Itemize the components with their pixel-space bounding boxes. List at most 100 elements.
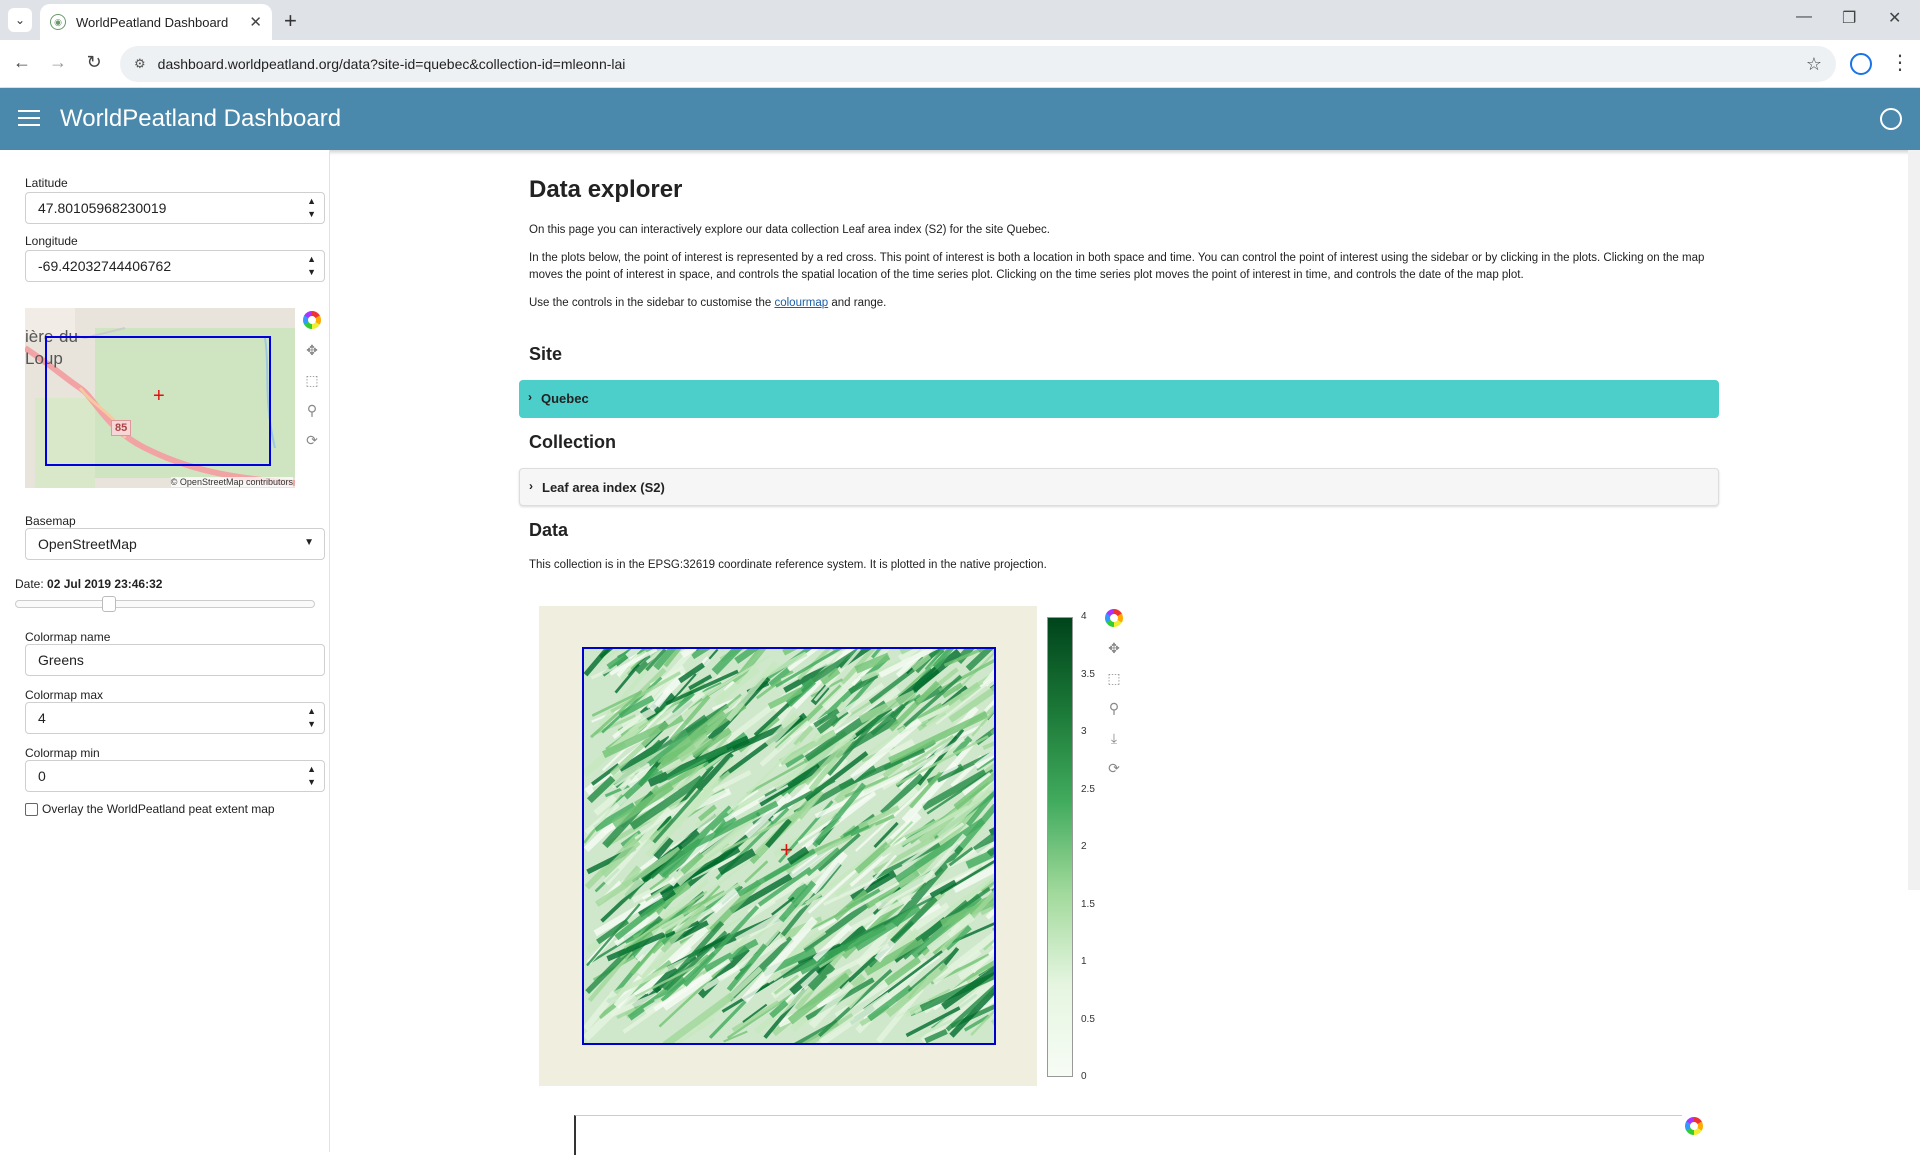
chevron-right-icon: ›	[529, 479, 533, 493]
overlay-peat-checkbox[interactable]	[25, 803, 38, 816]
colorbar-tick-label: 1.5	[1081, 899, 1095, 910]
site-favicon-icon: ◉	[50, 14, 66, 30]
latitude-value: 47.80105968230019	[38, 200, 166, 216]
colormap-name-input[interactable]: Greens	[25, 644, 325, 676]
busy-indicator-icon	[1880, 108, 1902, 130]
save-icon[interactable]: ⤓	[1102, 726, 1126, 750]
colorbar-tick-label: 3	[1081, 726, 1087, 737]
new-tab-button[interactable]: +	[284, 8, 297, 34]
colormap-min-stepper[interactable]: ▲▼	[307, 763, 316, 789]
site-info-icon[interactable]: ⚙	[134, 56, 146, 72]
sidebar: Latitude 47.80105968230019 ▲▼ Longitude …	[0, 150, 330, 1152]
chevron-down-icon: ▼	[304, 537, 314, 548]
map-attribution: © OpenStreetMap contributors	[171, 477, 293, 487]
date-value: 02 Jul 2019 23:46:32	[47, 577, 162, 591]
date-slider[interactable]	[15, 600, 315, 608]
back-icon[interactable]: ←	[10, 52, 34, 73]
minimize-icon[interactable]: —	[1796, 8, 1812, 26]
bokeh-logo-icon[interactable]	[1682, 1114, 1706, 1138]
url-bar[interactable]: ⚙ dashboard.worldpeatland.org/data?site-…	[120, 46, 1836, 82]
browser-tab[interactable]: ◉ WorldPeatland Dashboard ✕	[40, 4, 272, 40]
forward-icon[interactable]: →	[46, 52, 70, 73]
intro-p3-before: Use the controls in the sidebar to custo…	[529, 297, 774, 309]
intro-p3-after: and range.	[828, 297, 886, 309]
tab-close-icon[interactable]: ✕	[249, 13, 262, 31]
colormap-name-label: Colormap name	[25, 630, 110, 644]
lai-raster-map[interactable]: +	[582, 647, 996, 1045]
site-name: Quebec	[541, 391, 589, 406]
longitude-stepper[interactable]: ▲▼	[307, 253, 316, 279]
tab-search-button[interactable]: ⌄	[8, 8, 32, 32]
colorbar	[1047, 617, 1073, 1077]
site-heading: Site	[529, 344, 562, 365]
wheel-zoom-icon[interactable]: ⚲	[1102, 696, 1126, 720]
intro-paragraph-3: Use the controls in the sidebar to custo…	[529, 295, 1719, 312]
data-crs-text: This collection is in the EPSG:32619 coo…	[529, 557, 1719, 574]
longitude-value: -69.42032744406762	[38, 258, 171, 274]
tab-title: WorldPeatland Dashboard	[76, 15, 228, 30]
latitude-input[interactable]: 47.80105968230019 ▲▼	[25, 192, 325, 224]
colorbar-tick-label: 3.5	[1081, 669, 1095, 680]
bokeh-logo-icon[interactable]	[1102, 606, 1126, 630]
colormap-max-input[interactable]: 4 ▲▼	[25, 702, 325, 734]
bokeh-logo-icon[interactable]	[300, 308, 324, 332]
box-zoom-icon[interactable]: ⬚	[1102, 666, 1126, 690]
url-text: dashboard.worldpeatland.org/data?site-id…	[158, 56, 626, 72]
window-close-icon[interactable]: ✕	[1888, 8, 1901, 28]
site-accordion[interactable]: › Quebec	[519, 380, 1719, 418]
reload-icon[interactable]: ↻	[82, 52, 106, 73]
data-heading: Data	[529, 520, 568, 541]
colorbar-tick-label: 0	[1081, 1071, 1087, 1082]
time-series-plot[interactable]	[574, 1115, 1682, 1155]
basemap-value: OpenStreetMap	[38, 536, 137, 552]
date-label: Date: 02 Jul 2019 23:46:32	[15, 577, 162, 591]
timeseries-toolbar	[1682, 1114, 1706, 1144]
wheel-zoom-icon[interactable]: ⚲	[300, 398, 324, 422]
date-label-text: Date:	[15, 577, 44, 591]
colormap-name-value: Greens	[38, 652, 84, 668]
colormap-min-value: 0	[38, 768, 46, 784]
longitude-input[interactable]: -69.42032744406762 ▲▼	[25, 250, 325, 282]
colormap-min-input[interactable]: 0 ▲▼	[25, 760, 325, 792]
box-zoom-icon[interactable]: ⬚	[300, 368, 324, 392]
minimap-toolbar: ✥ ⬚ ⚲ ⟳	[300, 308, 324, 458]
pan-tool-icon[interactable]: ✥	[1102, 636, 1126, 660]
poi-cross-icon: +	[153, 386, 165, 406]
date-slider-handle[interactable]	[102, 596, 116, 612]
overlay-peat-label: Overlay the WorldPeatland peat extent ma…	[42, 802, 275, 816]
latitude-label: Latitude	[25, 176, 68, 190]
app-title: WorldPeatland Dashboard	[60, 105, 341, 133]
browser-tabbar: ⌄ ◉ WorldPeatland Dashboard ✕ + — ❐ ✕	[0, 0, 1920, 40]
poi-cross-icon: +	[780, 839, 793, 861]
pan-tool-icon[interactable]: ✥	[300, 338, 324, 362]
app-header: WorldPeatland Dashboard	[0, 88, 1920, 150]
colorbar-tick-label: 2.5	[1081, 784, 1095, 795]
colormap-min-label: Colormap min	[25, 746, 100, 760]
bookmark-star-icon[interactable]: ☆	[1806, 54, 1822, 75]
overlay-peat-row[interactable]: Overlay the WorldPeatland peat extent ma…	[25, 802, 275, 816]
collection-accordion[interactable]: › Leaf area index (S2)	[519, 468, 1719, 506]
location-minimap[interactable]: ière-du- Loup 85 + © OpenStreetMap contr…	[25, 308, 295, 488]
restore-icon[interactable]: ❐	[1842, 8, 1856, 28]
latitude-stepper[interactable]: ▲▼	[307, 195, 316, 221]
page-scrollbar[interactable]	[1908, 150, 1920, 890]
page-title: Data explorer	[529, 176, 682, 204]
colorbar-tick-label: 4	[1081, 611, 1087, 622]
intro-paragraph-2: In the plots below, the point of interes…	[529, 250, 1719, 284]
longitude-label: Longitude	[25, 234, 78, 248]
basemap-label: Basemap	[25, 514, 76, 528]
menu-toggle-icon[interactable]	[18, 110, 40, 128]
collection-name: Leaf area index (S2)	[542, 480, 665, 495]
colourmap-link[interactable]: colourmap	[774, 297, 828, 309]
browser-menu-icon[interactable]: ⋮	[1890, 50, 1910, 75]
profile-icon[interactable]	[1850, 53, 1872, 75]
colorbar-tick-label: 0.5	[1081, 1014, 1095, 1025]
reset-icon[interactable]: ⟳	[1102, 756, 1126, 780]
address-toolbar: ← → ↻ ⚙ dashboard.worldpeatland.org/data…	[0, 40, 1920, 88]
colorbar-tick-label: 2	[1081, 841, 1087, 852]
reset-icon[interactable]: ⟳	[300, 428, 324, 452]
colormap-max-value: 4	[38, 710, 46, 726]
colormap-max-stepper[interactable]: ▲▼	[307, 705, 316, 731]
intro-paragraph-1: On this page you can interactively explo…	[529, 222, 1719, 239]
basemap-select[interactable]: OpenStreetMap ▼	[25, 528, 325, 560]
